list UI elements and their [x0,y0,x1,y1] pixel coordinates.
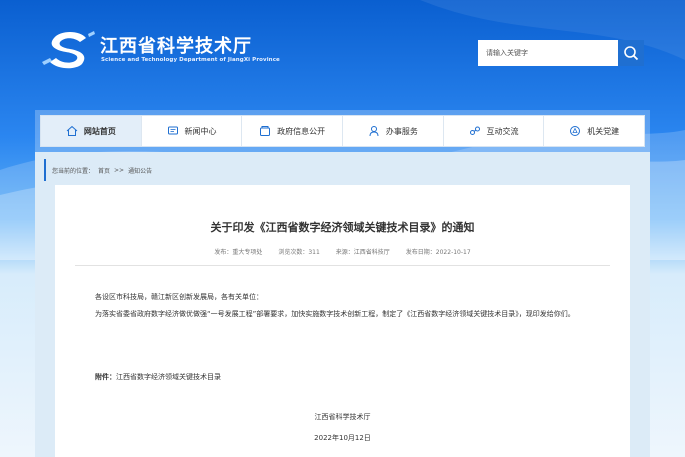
nav-label: 政府信息公开 [277,126,326,136]
nav-label: 新闻中心 [184,126,217,136]
nav-item-party[interactable]: 机关党建 [544,116,644,146]
article-meta: 发布：重大专项处 浏览次数：311 来源：江西省科技厅 发布日期：2022-10… [55,247,630,256]
meta-source: 来源：江西省科技厅 [335,249,390,256]
nav-item-gov-info[interactable]: 政府信息公开 [242,116,344,146]
attachment-link[interactable]: 江西省数字经济领域关键技术目录 [116,373,221,381]
nav-item-news[interactable]: 新闻中心 [142,116,243,146]
nav-label: 网站首页 [83,126,116,136]
meta-divider [75,265,610,266]
nav-label: 互动交流 [486,126,519,136]
article-title: 关于印发《江西省数字经济领域关键技术目录》的通知 [210,221,475,234]
article-panel: 关于印发《江西省数字经济领域关键技术目录》的通知 发布：重大专项处 浏览次数：3… [55,185,630,457]
article-signature: 江西省科学技术厅 [314,413,371,421]
attachment-label: 附件： [95,373,116,381]
meta-publisher: 发布：重大专项处 [214,249,263,256]
breadcrumb-prefix: 您当前的位置： [52,167,95,175]
site-logo-icon[interactable] [40,28,96,70]
attachment-line: 附件：江西省数字经济领域关键技术目录 [95,370,221,384]
main-nav-container: 网站首页 新闻中心 政府信息公开 办事服务 互动交流 机关党建 [35,110,650,152]
breadcrumb: 您当前的位置： 首页 >> 通知公告 [44,159,645,181]
nav-item-interaction[interactable]: 互动交流 [444,116,545,146]
article-greeting: 各设区市科技局，赣江新区创新发展局，各有关单位： [95,293,263,301]
search-input[interactable]: 请输入关键字 [478,40,618,66]
nav-item-home[interactable]: 网站首页 [41,116,142,146]
home-icon [66,125,78,136]
search-button[interactable] [618,40,644,66]
site-title: 江西省科学技术厅 [100,36,252,57]
site-subtitle: Science and Technology Department of Jia… [101,57,280,63]
search-icon [624,46,639,61]
emblem-icon [570,126,581,136]
site-header: 江西省科学技术厅 Science and Technology Departme… [0,0,685,110]
folder-icon [260,126,271,136]
breadcrumb-current-link[interactable]: 通知公告 [128,166,152,175]
interaction-icon [469,126,480,135]
person-icon [369,126,379,137]
main-nav: 网站首页 新闻中心 政府信息公开 办事服务 互动交流 机关党建 [40,115,645,147]
nav-label: 机关党建 [587,126,620,136]
message-icon [167,126,178,135]
nav-label: 办事服务 [385,126,418,136]
meta-date: 发布日期：2022-10-17 [405,249,471,256]
meta-views: 浏览次数：311 [278,249,320,256]
nav-item-services[interactable]: 办事服务 [343,116,444,146]
breadcrumb-separator: >> [114,166,125,174]
article-body: 为落实省委省政府数字经济做优做强“一号发展工程”部署要求，加快实施数字技术创新工… [95,310,575,318]
breadcrumb-home-link[interactable]: 首页 [98,166,110,175]
article-sign-date: 2022年10月12日 [314,434,371,442]
